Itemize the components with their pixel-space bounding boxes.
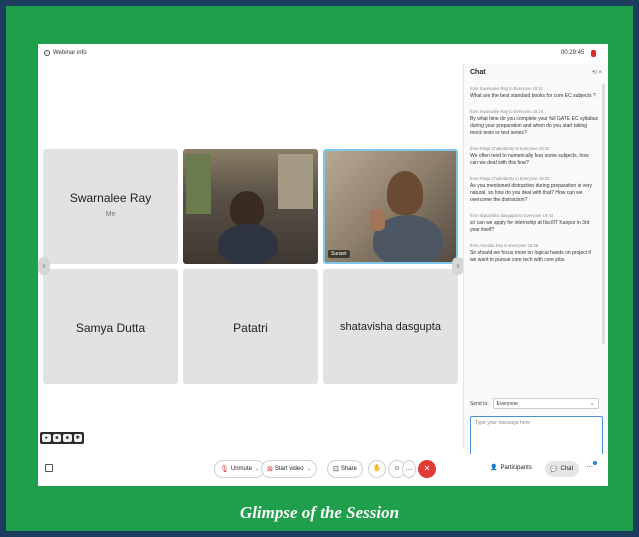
unmute-button[interactable]: 🎙 Unmute ⌄ [214,460,266,478]
chat-message-meta: from Anindita Dey to Everyone 19:46 [470,243,539,248]
chat-message: from Anindita Dey to Everyone 19:46 Sir … [470,243,598,264]
share-button[interactable]: ⊡ Share [327,460,363,478]
participant-name: Swarnalee Ray [69,191,152,205]
leave-meeting-button[interactable]: ✕ [418,460,436,478]
participant-figure [230,191,264,227]
participant-name: Patatri [233,321,268,335]
chat-message: from Ritaja Chakraborty to Everyone 19:3… [470,176,598,204]
participants-icon: 👤 [490,465,498,471]
chat-message: from Swarnalee Ray to Everyone 19:16 By … [470,109,598,137]
participant-tile-samya[interactable]: Samya Dutta [43,269,178,384]
chat-message-list: from Swarnalee Ray to Everyone 19:11 Wha… [470,86,598,273]
recording-icon [591,50,596,57]
previous-page-arrow[interactable]: ‹ [38,257,50,275]
video-grid: Swarnalee Ray Me Sunset Samya Dutta Pata… [38,64,464,449]
video-off-icon: ⊠ [267,466,273,473]
session-timer: 00:29:45 [561,50,585,56]
green-frame: i Webinar info 00:29:45 Swarnalee Ray Me [6,6,633,531]
chat-toggle-label: Chat [560,466,574,472]
chat-message-meta: from shatavisha dasgupta to Everyone 19:… [470,213,554,218]
chevron-down-icon: ⌄ [254,466,260,472]
info-icon: i [44,50,50,56]
top-bar: i Webinar info 00:29:45 [38,44,608,64]
chat-message-meta: from Swarnalee Ray to Everyone 19:11 [470,86,543,91]
share-label: Share [340,466,357,472]
participants-button[interactable]: 👤 Participants [490,464,532,472]
chat-message-meta: from Ritaja Chakraborty to Everyone 19:3… [470,176,550,181]
raise-hand-button[interactable]: ✋ [368,460,386,478]
participant-video-tile[interactable] [183,149,318,264]
participant-body [218,224,278,264]
send-to-value: Everyone [496,401,518,407]
mic-icon[interactable]: ● [42,434,51,442]
participants-label: Participants [500,464,532,471]
start-video-label: Start video [274,466,304,472]
speaker-name-tag: Sunset [328,250,350,258]
settings-icon[interactable]: ✱ [73,434,82,442]
unmute-label: Unmute [230,466,252,472]
participant-name: Samya Dutta [75,321,146,335]
send-to-label: Send to: [470,400,489,407]
participant-tile-patatri[interactable]: Patatri [183,269,318,384]
chat-toggle-button[interactable]: 💬 Chat [545,461,579,477]
chevron-down-icon: ⌄ [589,401,595,407]
chat-message-meta: from Ritaja Chakraborty to Everyone 19:3… [470,146,550,151]
chat-input-placeholder: Type your message here [475,420,531,426]
chat-scrollbar[interactable] [602,84,605,344]
image-caption: Glimpse of the Session [239,503,400,522]
more-options-button[interactable]: … [402,460,416,478]
chat-message: from Swarnalee Ray to Everyone 19:11 Wha… [470,86,598,100]
camera-icon[interactable]: ■ [52,434,61,442]
speaker-figure [387,171,423,215]
participant-tile-swarnalee[interactable]: Swarnalee Ray Me [43,149,178,264]
send-to-dropdown[interactable]: Everyone ⌄ [492,398,599,409]
webinar-info-label: Webinar info [53,50,87,56]
chat-panel: Chat ⟲ × from Swarnalee Ray to Everyone … [463,64,608,456]
more-panels-icon[interactable]: ⋯ [586,463,593,471]
layout-icon[interactable]: ■ [63,434,72,442]
chat-message-text: By what time do you complete your full G… [470,116,599,136]
chat-message: from Ritaja Chakraborty to Everyone 19:3… [470,146,598,167]
chat-message-text: What are the best standard books for cor… [470,93,596,99]
webex-window: i Webinar info 00:29:45 Swarnalee Ray Me [38,44,608,486]
webinar-info-button[interactable]: i Webinar info [44,50,87,56]
chat-message-input[interactable]: Type your message here [470,416,603,456]
chat-message-text: sir can we apply for internship at IIsc/… [470,220,590,233]
start-video-button[interactable]: ⊠ Start video ⌄ [261,460,317,478]
chat-message-text: We often tend to numerically fear some s… [470,153,589,166]
mic-muted-icon: 🎙 [220,466,229,473]
speaker-hand [369,209,385,231]
participant-tile-shatavisha[interactable]: shatavisha dasgupta [323,269,458,384]
active-speaker-tile[interactable]: Sunset [323,149,458,264]
send-to-row: Send to: Everyone ⌄ [470,398,599,409]
chat-message-meta: from Swarnalee Ray to Everyone 19:16 [470,109,544,114]
layout-icon[interactable] [45,464,53,472]
chat-panel-actions[interactable]: ⟲ × [592,69,602,76]
participant-name: shatavisha dasgupta [340,321,441,333]
notification-badge [593,461,597,465]
chat-message: from shatavisha dasgupta to Everyone 19:… [470,213,598,234]
participant-self-label: Me [105,211,116,218]
share-icon: ⊡ [333,466,339,473]
self-view-controls: ● ■ ■ ✱ [40,432,84,444]
chat-title: Chat [470,69,486,76]
meeting-controls-bar: 🎙 Unmute ⌄ ⊠ Start video ⌄ ⊡ Share ✋ ☺ …… [38,454,608,486]
chat-icon: 💬 [550,466,558,473]
window-background [278,154,313,209]
chat-message-text: Sir should we focus more on logical hand… [470,250,591,263]
bookshelf-background [186,154,211,214]
chat-message-text: As you mentioned distraction during prep… [470,183,593,203]
chevron-down-icon: ⌄ [306,466,311,472]
